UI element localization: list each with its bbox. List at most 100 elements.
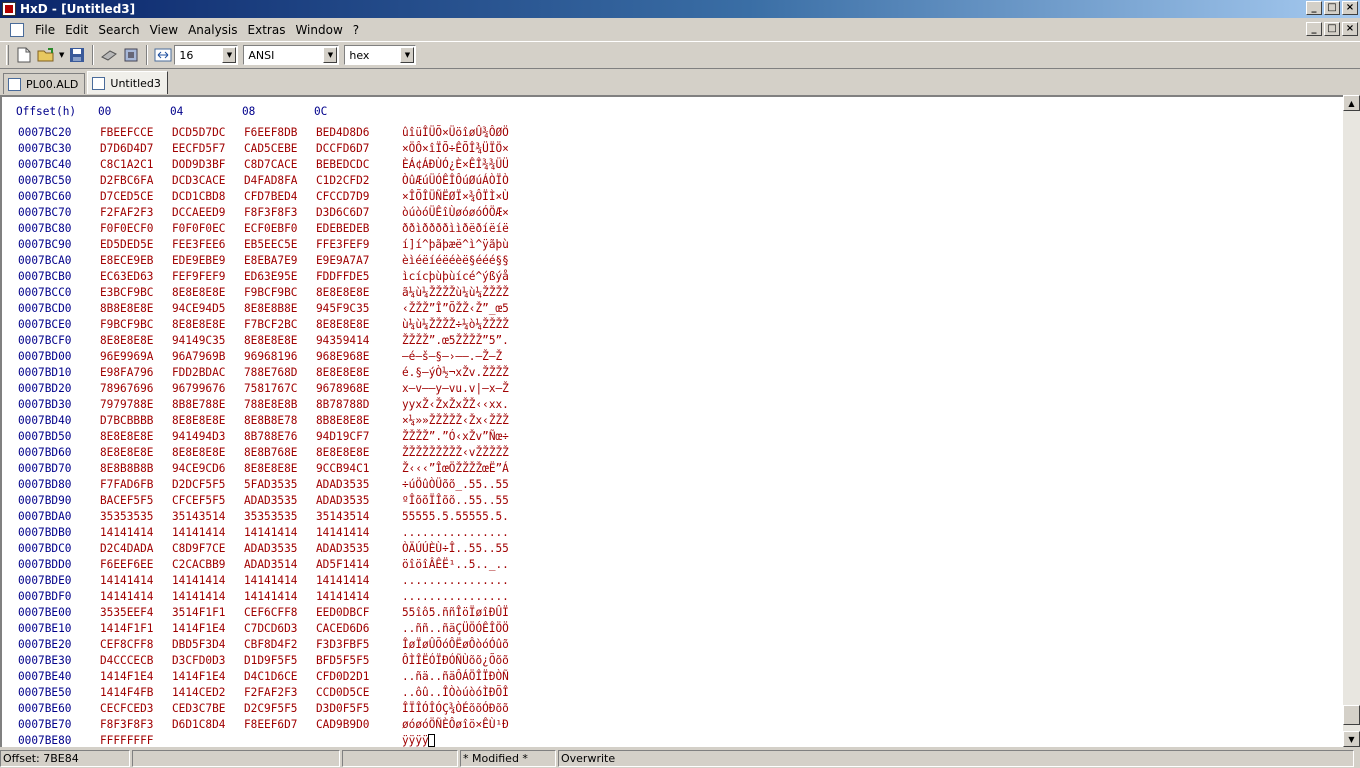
hex-group[interactable]: CFCCD7D9 bbox=[316, 190, 388, 203]
hex-group[interactable]: CFD0D2D1 bbox=[316, 670, 388, 683]
hex-row[interactable]: 0007BD40 D7BCBBBB 8E8E8E8E 8E8B8E78 8B8E8E8E… bbox=[18, 412, 509, 428]
hex-group[interactable]: 14141414 bbox=[316, 590, 388, 603]
hex-group[interactable]: 8E8E8E8E bbox=[172, 446, 244, 459]
hex-group[interactable]: 14141414 bbox=[244, 590, 316, 603]
ascii-text[interactable]: ‹ŽŽŽ”Î”ÕŽŽ‹Ž”_œ5 bbox=[402, 302, 509, 315]
hex-group[interactable]: E98FA796 bbox=[100, 366, 172, 379]
hex-group[interactable]: 94359414 bbox=[316, 334, 388, 347]
menu-edit[interactable]: Edit bbox=[60, 23, 93, 37]
hex-group[interactable]: BED4D8D6 bbox=[316, 126, 388, 139]
ascii-text[interactable]: èìéëíéëéèë§ééé§§ bbox=[402, 254, 509, 267]
hex-group[interactable]: D2C4DADA bbox=[100, 542, 172, 555]
hex-group[interactable]: 1414F1E4 bbox=[172, 622, 244, 635]
hex-group[interactable]: 1414CED2 bbox=[172, 686, 244, 699]
hex-group[interactable]: 8E8E8E8E bbox=[172, 318, 244, 331]
hex-row[interactable]: 0007BD10 E98FA796 FDD2BDAC 788E768D 8E8E8E8E… bbox=[18, 364, 509, 380]
hex-group[interactable]: 8E8E8E8E bbox=[100, 430, 172, 443]
hex-group[interactable]: D2FBC6FA bbox=[100, 174, 172, 187]
hex-row[interactable]: 0007BCA0 E8ECE9EB EDE9EBE9 E8EBA7E9 E9E9A7A7… bbox=[18, 252, 509, 268]
ascii-text[interactable]: ððìððððììðëðíëíë bbox=[402, 222, 509, 235]
hex-group[interactable]: BFD5F5F5 bbox=[316, 654, 388, 667]
hex-group[interactable]: 35353535 bbox=[244, 510, 316, 523]
hex-row[interactable]: 0007BE80 FFFFFFFF ÿÿÿÿ bbox=[18, 732, 509, 747]
hex-group[interactable]: CCD0D5CE bbox=[316, 686, 388, 699]
hex-group[interactable]: 14141414 bbox=[172, 526, 244, 539]
chevron-down-icon[interactable]: ▼ bbox=[323, 47, 338, 63]
ascii-text[interactable]: òúòóÜÊîÙøóøóÓÖÆ× bbox=[402, 206, 509, 219]
hex-group[interactable]: 8B8E8E8E bbox=[316, 414, 388, 427]
hex-group[interactable]: C8C1A2C1 bbox=[100, 158, 172, 171]
hex-group[interactable]: FFE3FEF9 bbox=[316, 238, 388, 251]
hex-group[interactable]: 14141414 bbox=[100, 590, 172, 603]
scroll-down-icon[interactable]: ▼ bbox=[1343, 731, 1360, 747]
hex-row[interactable]: 0007BDC0 D2C4DADA C8D9F7CE ADAD3535 ADAD3535… bbox=[18, 540, 509, 556]
hex-group[interactable]: F0F0ECF0 bbox=[100, 222, 172, 235]
hex-row[interactable]: 0007BC30 D7D6D4D7 EECFD5F7 CAD5CEBE DCCFD6D7… bbox=[18, 140, 509, 156]
hex-group[interactable]: 7979788E bbox=[100, 398, 172, 411]
hex-row[interactable]: 0007BCE0 F9BCF9BC 8E8E8E8E F7BCF2BC 8E8E8E8E… bbox=[18, 316, 509, 332]
hex-group[interactable]: 14141414 bbox=[100, 526, 172, 539]
hex-group[interactable]: F7BCF2BC bbox=[244, 318, 316, 331]
hex-group[interactable]: 8E8E8E8E bbox=[244, 334, 316, 347]
minimize-button[interactable]: _ bbox=[1306, 1, 1322, 15]
hex-group[interactable]: CAD9B9D0 bbox=[316, 718, 388, 731]
hex-group[interactable]: F9BCF9BC bbox=[244, 286, 316, 299]
hex-group[interactable]: 94D19CF7 bbox=[316, 430, 388, 443]
charset-select[interactable]: ANSI ▼ bbox=[243, 45, 340, 65]
hex-group[interactable]: 35143514 bbox=[316, 510, 388, 523]
hex-group[interactable]: DCD3CACE bbox=[172, 174, 244, 187]
hex-group[interactable]: CEF8CFF8 bbox=[100, 638, 172, 651]
hex-row[interactable]: 0007BC70 F2FAF2F3 DCCAEED9 F8F3F8F3 D3D6C6D7… bbox=[18, 204, 509, 220]
hex-group[interactable]: 8E8E8E8E bbox=[172, 286, 244, 299]
hex-group[interactable]: C1D2CFD2 bbox=[316, 174, 388, 187]
hex-row[interactable]: 0007BC20 FBEEFCCE DCD5D7DC F6EEF8DB BED4D8D6… bbox=[18, 124, 509, 140]
hex-group[interactable]: 8E8E8B8E bbox=[244, 302, 316, 315]
ascii-text[interactable]: ..ñä..ñäÔÁÖÎÏÐÒÑ bbox=[402, 670, 509, 683]
hex-row[interactable]: 0007BD80 F7FAD6FB D2DCF5F5 5FAD3535 ADAD3535… bbox=[18, 476, 509, 492]
hex-row[interactable]: 0007BD30 7979788E 8B8E788E 788E8E8B 8B78788D… bbox=[18, 396, 509, 412]
menu-file[interactable]: File bbox=[30, 23, 60, 37]
hex-group[interactable]: 14141414 bbox=[316, 574, 388, 587]
hex-group[interactable]: F0F0F0EC bbox=[172, 222, 244, 235]
hex-group[interactable]: ADAD3514 bbox=[244, 558, 316, 571]
hex-row[interactable]: 0007BCF0 8E8E8E8E 94149C35 8E8E8E8E 94359414… bbox=[18, 332, 509, 348]
hex-group[interactable]: 14141414 bbox=[316, 526, 388, 539]
hex-group[interactable]: ADAD3535 bbox=[316, 542, 388, 555]
hex-group[interactable]: EED0DBCF bbox=[316, 606, 388, 619]
hex-group[interactable]: D4CCCECB bbox=[100, 654, 172, 667]
menu-analysis[interactable]: Analysis bbox=[183, 23, 242, 37]
hex-row[interactable]: 0007BE40 1414F1E4 1414F1E4 D4C1D6CE CFD0D2D1… bbox=[18, 668, 509, 684]
hex-row[interactable]: 0007BD60 8E8E8E8E 8E8E8E8E 8E8B768E 8E8E8E8E… bbox=[18, 444, 509, 460]
hex-group[interactable]: 8E8B768E bbox=[244, 446, 316, 459]
hex-row[interactable]: 0007BD20 78967696 96799676 7581767C 9678968E… bbox=[18, 380, 509, 396]
hex-row[interactable]: 0007BCD0 8B8E8E8E 94CE94D5 8E8E8B8E 945F9C35… bbox=[18, 300, 509, 316]
hex-group[interactable]: 968E968E bbox=[316, 350, 388, 363]
hex-group[interactable]: FFFFFFFF bbox=[100, 734, 172, 747]
hex-group[interactable]: ECF0EBF0 bbox=[244, 222, 316, 235]
hex-group[interactable]: 1414F1E4 bbox=[100, 670, 172, 683]
hex-row[interactable]: 0007BC80 F0F0ECF0 F0F0F0EC ECF0EBF0 EDEBEDEB… bbox=[18, 220, 509, 236]
hex-group[interactable]: D4FAD8FA bbox=[244, 174, 316, 187]
hex-group[interactable]: 941494D3 bbox=[172, 430, 244, 443]
hex-group[interactable]: C2CACBB9 bbox=[172, 558, 244, 571]
hex-group[interactable]: F8F3F8F3 bbox=[244, 206, 316, 219]
hex-group[interactable]: CED3C7BE bbox=[172, 702, 244, 715]
scroll-up-icon[interactable]: ▲ bbox=[1343, 95, 1360, 111]
ascii-text[interactable]: ÒûÆúÜÓÊÎÔúØúÁÒÏÒ bbox=[402, 174, 509, 187]
hex-row[interactable]: 0007BE60 CECFCED3 CED3C7BE D2C9F5F5 D3D0F5F5… bbox=[18, 700, 509, 716]
hex-group[interactable]: D1D9F5F5 bbox=[244, 654, 316, 667]
hex-group[interactable]: D3D6C6D7 bbox=[316, 206, 388, 219]
hex-group[interactable]: F3D3FBF5 bbox=[316, 638, 388, 651]
hex-group[interactable]: EDE9EBE9 bbox=[172, 254, 244, 267]
hex-group[interactable]: D4C1D6CE bbox=[244, 670, 316, 683]
hex-group[interactable]: FBEEFCCE bbox=[100, 126, 172, 139]
hex-group[interactable]: C8D7CACE bbox=[244, 158, 316, 171]
hex-group[interactable]: 8E8B8E78 bbox=[244, 414, 316, 427]
hex-group[interactable]: ADAD3535 bbox=[244, 542, 316, 555]
hex-group[interactable]: 8B8E8E8E bbox=[100, 302, 172, 315]
ascii-text[interactable]: ×¼»»ŽŽŽŽŽ‹Žx‹ŽŽŽ bbox=[402, 414, 509, 427]
hex-group[interactable]: 8B788E76 bbox=[244, 430, 316, 443]
hex-group[interactable]: FEF9FEF9 bbox=[172, 270, 244, 283]
ascii-text[interactable]: 55555.5.55555.5. bbox=[402, 510, 509, 523]
hex-group[interactable]: 1414F1F1 bbox=[100, 622, 172, 635]
